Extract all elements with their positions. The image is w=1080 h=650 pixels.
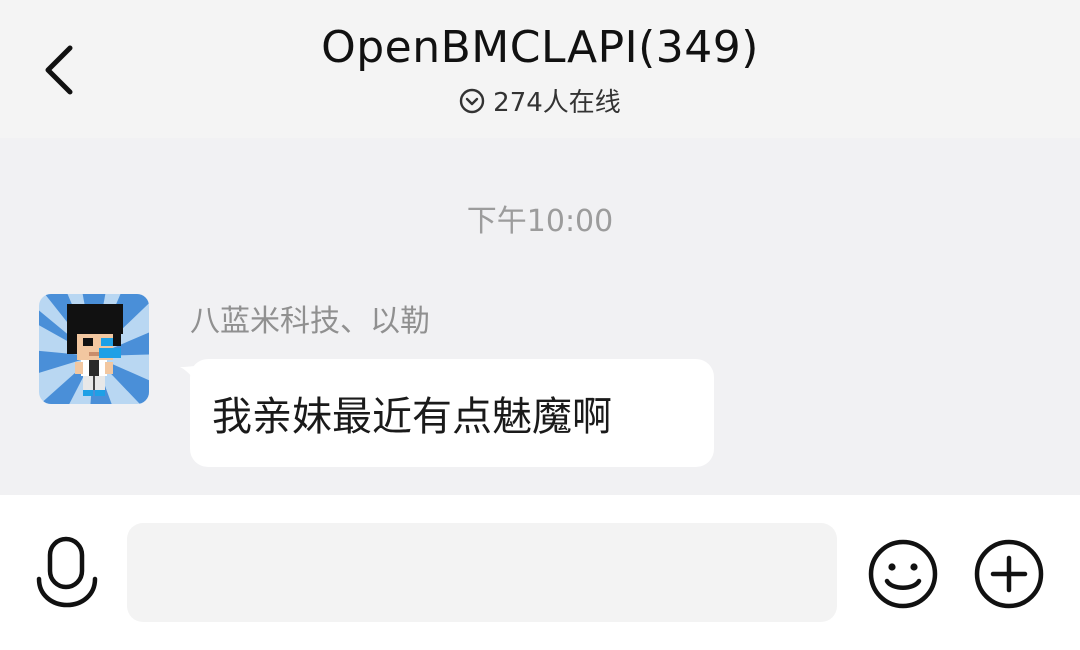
emoji-button[interactable] (866, 537, 940, 611)
input-bar (0, 495, 1080, 650)
chevron-down-circle-icon (459, 88, 485, 114)
message-bubble[interactable]: 我亲妹最近有点魅魔啊 (180, 359, 714, 467)
plus-circle-icon (974, 539, 1044, 609)
message-list[interactable]: 下午10:00 八蓝米科技、以勒 我亲妹最近有点魅魔啊 (0, 138, 1080, 495)
pixel-character-avatar (39, 294, 149, 404)
chat-header: OpenBMCLAPI(349) 274人在线 (0, 0, 1080, 138)
smiley-icon (868, 539, 938, 609)
sender-name[interactable]: 八蓝米科技、以勒 (190, 296, 430, 340)
bubble-tail (180, 365, 200, 387)
voice-button[interactable] (34, 533, 100, 613)
microphone-icon (36, 536, 98, 608)
online-status[interactable]: 274人在线 (0, 82, 1080, 119)
more-button[interactable] (972, 537, 1046, 611)
message-timestamp: 下午10:00 (466, 204, 614, 239)
online-count: 274人在线 (493, 88, 621, 118)
message-text: 我亲妹最近有点魅魔啊 (212, 394, 612, 440)
message-input[interactable] (127, 523, 837, 622)
avatar[interactable] (39, 294, 149, 404)
group-title[interactable]: OpenBMCLAPI(349) (0, 20, 1080, 76)
